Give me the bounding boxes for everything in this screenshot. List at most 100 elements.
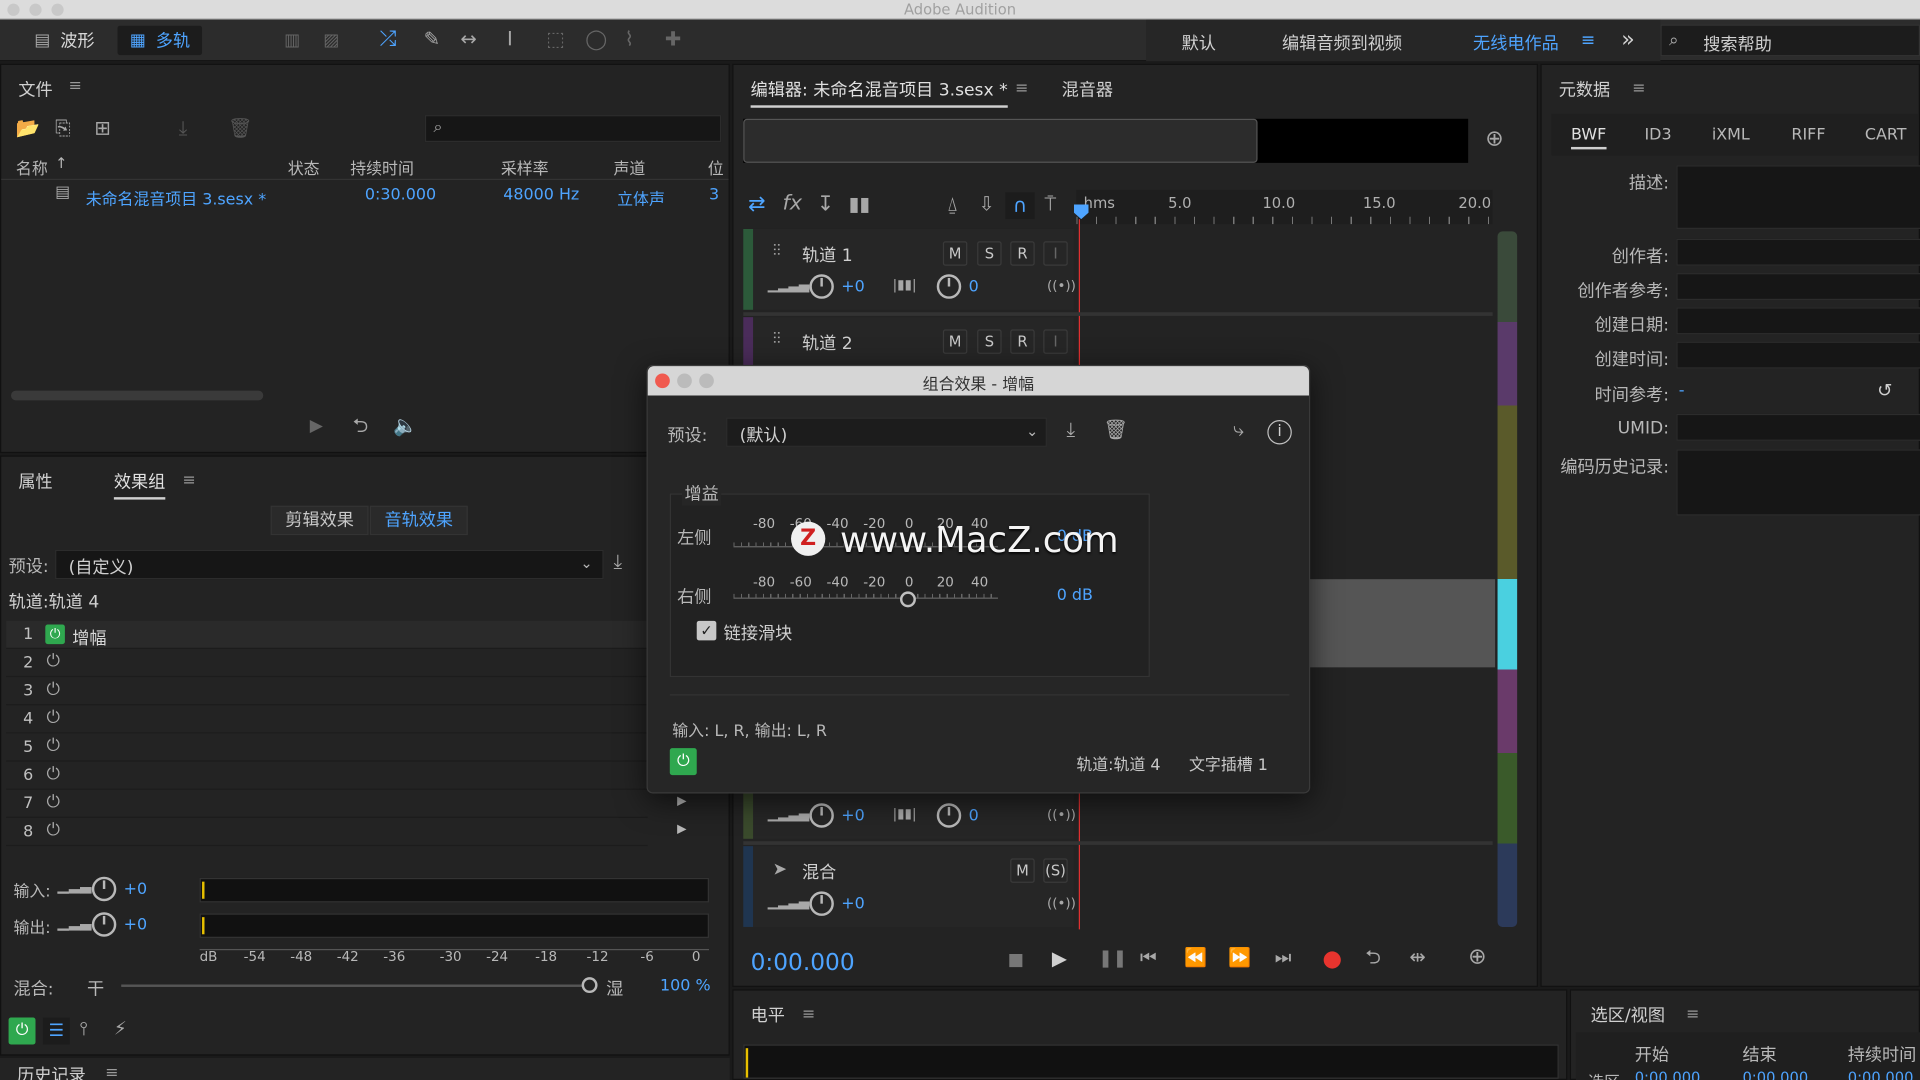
- pan-knob[interactable]: [936, 274, 962, 299]
- more-workspaces-button[interactable]: »: [1621, 27, 1634, 53]
- pan-knob[interactable]: [936, 803, 962, 828]
- insert-icon[interactable]: ⤓: [179, 118, 188, 139]
- preset-select[interactable]: (自定义) ⌄: [55, 549, 604, 580]
- list-item[interactable]: 2 ⏻: [6, 649, 648, 678]
- delete-file-icon[interactable]: 🗑: [228, 118, 253, 139]
- horizontal-scrollbar[interactable]: [11, 390, 264, 401]
- right-gain-slider-handle[interactable]: [900, 591, 916, 608]
- list-item[interactable]: 4 ⏻: [6, 705, 648, 734]
- autoplay-speaker-icon[interactable]: 🔈: [393, 416, 417, 436]
- toggle-switch-icon[interactable]: ⇄: [748, 194, 765, 216]
- description-field[interactable]: [1676, 165, 1920, 229]
- vertical-scrollbar[interactable]: [1497, 231, 1518, 927]
- volume-knob[interactable]: [809, 803, 834, 828]
- input-monitor-button[interactable]: I: [1043, 241, 1068, 266]
- col-name[interactable]: 名称: [16, 156, 48, 178]
- solo-button[interactable]: S: [977, 241, 1002, 266]
- rack-power-icon[interactable]: ⏻: [8, 1017, 36, 1045]
- col-sample-rate[interactable]: 采样率: [501, 156, 549, 178]
- eq-icon[interactable]: ▮▮: [849, 194, 871, 215]
- col-bit[interactable]: 位: [708, 156, 724, 178]
- loop-icon[interactable]: ⮌: [353, 416, 369, 436]
- search-help-input[interactable]: ⌕ 搜索帮助: [1660, 24, 1920, 57]
- workspace-edit-audio-to-video[interactable]: 编辑音频到视频: [1282, 31, 1402, 55]
- marker-icon[interactable]: ⍑: [1044, 194, 1056, 215]
- pause-icon[interactable]: ❚❚: [1098, 950, 1127, 967]
- audio-clip[interactable]: [1308, 579, 1496, 668]
- spectral-pitch-icon[interactable]: ▨: [323, 32, 339, 49]
- delete-preset-icon[interactable]: 🗑: [1103, 419, 1128, 440]
- workspace-menu-icon[interactable]: ≡: [1581, 31, 1595, 51]
- mix-track-header[interactable]: ➤ 混合 M (S) ▁▂▃▄ +0 ((•)): [743, 846, 1076, 927]
- input-monitor-button[interactable]: I: [1043, 329, 1068, 354]
- solo-button[interactable]: (S): [1043, 858, 1068, 883]
- list-item[interactable]: 6 ⏻: [6, 762, 648, 790]
- list-item[interactable]: 8 ⏻ ▶: [6, 818, 687, 847]
- solo-button[interactable]: S: [977, 329, 1002, 354]
- zoom-in-icon[interactable]: ⊕: [1468, 946, 1486, 969]
- fast-forward-icon[interactable]: ⏩: [1228, 948, 1251, 967]
- power-icon[interactable]: ⏻: [47, 822, 61, 839]
- time-selection-tool-icon[interactable]: Ι: [507, 29, 513, 49]
- reset-icon[interactable]: ↺: [1877, 381, 1892, 400]
- record-arm-button[interactable]: R: [1010, 241, 1035, 266]
- panel-menu-icon[interactable]: ≡: [802, 1005, 815, 1023]
- waveform-mode-button[interactable]: ▤ 波形: [22, 26, 107, 55]
- power-icon[interactable]: ⏻: [47, 765, 61, 782]
- skip-selection-icon[interactable]: ⇹: [1409, 947, 1425, 968]
- volume-value[interactable]: +0: [841, 895, 864, 913]
- output-knob[interactable]: [91, 912, 117, 937]
- time-display[interactable]: 0:00.000: [751, 949, 855, 976]
- routing-icon[interactable]: ⫯: [80, 1019, 88, 1038]
- open-file-icon[interactable]: 📂: [16, 118, 40, 139]
- save-preset-icon[interactable]: ⤓: [613, 552, 622, 572]
- fx-icon[interactable]: fx: [782, 193, 802, 214]
- list-item[interactable]: 7 ⏻ ▶: [6, 790, 687, 818]
- save-preset-icon[interactable]: ⤓: [1067, 419, 1076, 440]
- pan-value[interactable]: 0: [969, 807, 979, 825]
- pan-value[interactable]: 0: [969, 278, 979, 296]
- panel-menu-icon[interactable]: ≡: [69, 77, 82, 95]
- workspace-radio-production[interactable]: 无线电作品: [1473, 31, 1559, 55]
- output-routing-icon[interactable]: ((•)): [1047, 808, 1076, 821]
- loop-playback-icon[interactable]: ⮌: [1365, 947, 1381, 968]
- mix-slider[interactable]: [121, 984, 587, 987]
- tab-ixml[interactable]: iXML: [1712, 126, 1750, 144]
- file-search-input[interactable]: ⌕: [424, 115, 722, 143]
- track-name[interactable]: 轨道 2: [802, 331, 853, 355]
- overview-bar[interactable]: [743, 118, 1469, 163]
- razor-tool-icon[interactable]: ✎: [424, 29, 440, 49]
- skip-to-end-icon[interactable]: ⏭: [1275, 948, 1292, 967]
- expand-arrow-icon[interactable]: ▶: [677, 795, 686, 808]
- marquee-tool-icon[interactable]: ⬚: [546, 29, 565, 49]
- tab-bwf[interactable]: BWF: [1571, 126, 1607, 150]
- info-icon[interactable]: i: [1267, 420, 1292, 445]
- power-icon[interactable]: ⏻: [47, 681, 61, 698]
- volume-value[interactable]: +0: [841, 278, 864, 296]
- volume-knob[interactable]: [809, 891, 834, 916]
- track-name[interactable]: 混合: [802, 860, 836, 884]
- selection-start[interactable]: 0:00.000: [1635, 1069, 1701, 1080]
- tab-effects-rack[interactable]: 效果组: [113, 469, 166, 500]
- panel-menu-icon[interactable]: ≡: [1686, 1005, 1699, 1023]
- brush-tool-icon[interactable]: ⌇: [624, 29, 634, 49]
- creation-date-field[interactable]: [1676, 307, 1920, 335]
- input-value[interactable]: +0: [124, 880, 147, 898]
- list-item[interactable]: 5 ⏻: [6, 733, 648, 762]
- mute-button[interactable]: M: [942, 241, 968, 266]
- metronome-icon[interactable]: ⍙: [947, 194, 959, 215]
- multitrack-mode-button[interactable]: ▦ 多轨: [117, 25, 203, 56]
- skip-to-start-icon[interactable]: ⏮: [1140, 948, 1157, 967]
- volume-knob[interactable]: [809, 274, 834, 299]
- power-on-icon[interactable]: ⏻: [45, 624, 65, 645]
- panel-menu-icon[interactable]: ≡: [182, 471, 195, 489]
- record-icon[interactable]: [1323, 951, 1341, 969]
- col-status[interactable]: 状态: [288, 156, 320, 178]
- clip-effects-tab[interactable]: 剪辑效果: [270, 505, 369, 536]
- workspace-default[interactable]: 默认: [1182, 31, 1216, 55]
- panel-menu-icon[interactable]: ≡: [1015, 80, 1028, 98]
- output-value[interactable]: +0: [124, 916, 147, 934]
- mix-value[interactable]: 100 %: [660, 977, 711, 995]
- rewind-icon[interactable]: ⏪: [1184, 948, 1207, 967]
- tab-properties[interactable]: 属性: [18, 469, 52, 493]
